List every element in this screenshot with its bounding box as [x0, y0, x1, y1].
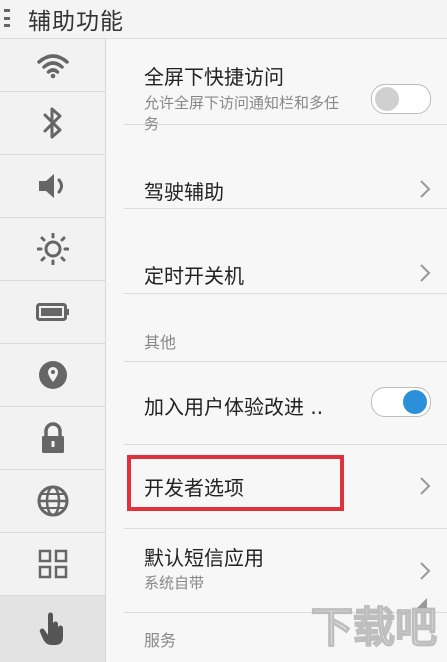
- battery-icon: [35, 303, 69, 321]
- wifi-icon: [36, 54, 69, 79]
- highlight-box: [127, 455, 344, 511]
- title-bar: 辅助功能: [0, 0, 447, 39]
- hand-gesture-icon: [39, 612, 63, 645]
- section-header-service: 服务: [144, 631, 177, 650]
- fullscreen-access-row[interactable]: 全屏下快捷访问 允许全屏下访问通知栏和多任务: [124, 39, 447, 133]
- chevron-right-icon: [420, 180, 431, 198]
- sidebar-item-accessibility[interactable]: [0, 596, 105, 662]
- location-icon: [38, 361, 67, 389]
- sidebar-item-bluetooth[interactable]: [0, 92, 105, 155]
- svg-text:下载吧: 下载吧: [311, 603, 437, 652]
- chevron-right-icon: [420, 562, 431, 580]
- sidebar-item-brightness[interactable]: [0, 218, 105, 281]
- user-experience-toggle[interactable]: [371, 387, 431, 417]
- sidebar-item-language[interactable]: [0, 470, 105, 533]
- user-experience-label: 加入用户体验改进 ..: [144, 395, 324, 419]
- sidebar-item-volume[interactable]: [0, 155, 105, 218]
- sidebar-item-apps[interactable]: [0, 533, 105, 596]
- brightness-icon: [36, 233, 69, 265]
- fullscreen-access-label: 全屏下快捷访问: [144, 65, 284, 89]
- sidebar-item-wifi[interactable]: [0, 39, 105, 92]
- driving-assist-row[interactable]: 驾驶辅助: [124, 125, 447, 209]
- scheduled-power-label: 定时开关机: [144, 264, 244, 288]
- section-header-other: 其他: [144, 333, 177, 352]
- globe-icon: [37, 485, 68, 517]
- fullscreen-access-toggle[interactable]: [371, 84, 431, 114]
- toggle-knob: [375, 87, 399, 111]
- menu-icon[interactable]: [4, 9, 12, 27]
- settings-content: 全屏下快捷访问 允许全屏下访问通知栏和多任务 驾驶辅助 定时开关机 其他 加入用…: [106, 39, 447, 662]
- user-experience-row[interactable]: 加入用户体验改进 ..: [124, 361, 447, 445]
- default-sms-label: 默认短信应用: [144, 546, 264, 570]
- sidebar-item-battery[interactable]: [0, 281, 105, 344]
- chevron-right-icon: [420, 264, 431, 282]
- sidebar-item-location[interactable]: [0, 344, 105, 407]
- settings-sidebar: [0, 39, 106, 662]
- apps-grid-icon: [38, 549, 67, 579]
- watermark-logo: 下载吧: [310, 598, 438, 653]
- driving-assist-label: 驾驶辅助: [144, 180, 224, 204]
- default-sms-desc: 系统自带: [144, 574, 205, 592]
- lock-icon: [41, 422, 64, 453]
- volume-icon: [38, 174, 63, 198]
- sidebar-item-lock[interactable]: [0, 407, 105, 470]
- chevron-right-icon: [420, 477, 431, 495]
- bluetooth-icon: [43, 107, 61, 139]
- scheduled-power-row[interactable]: 定时开关机: [124, 209, 447, 294]
- toggle-knob: [403, 390, 427, 414]
- page-title: 辅助功能: [28, 9, 124, 35]
